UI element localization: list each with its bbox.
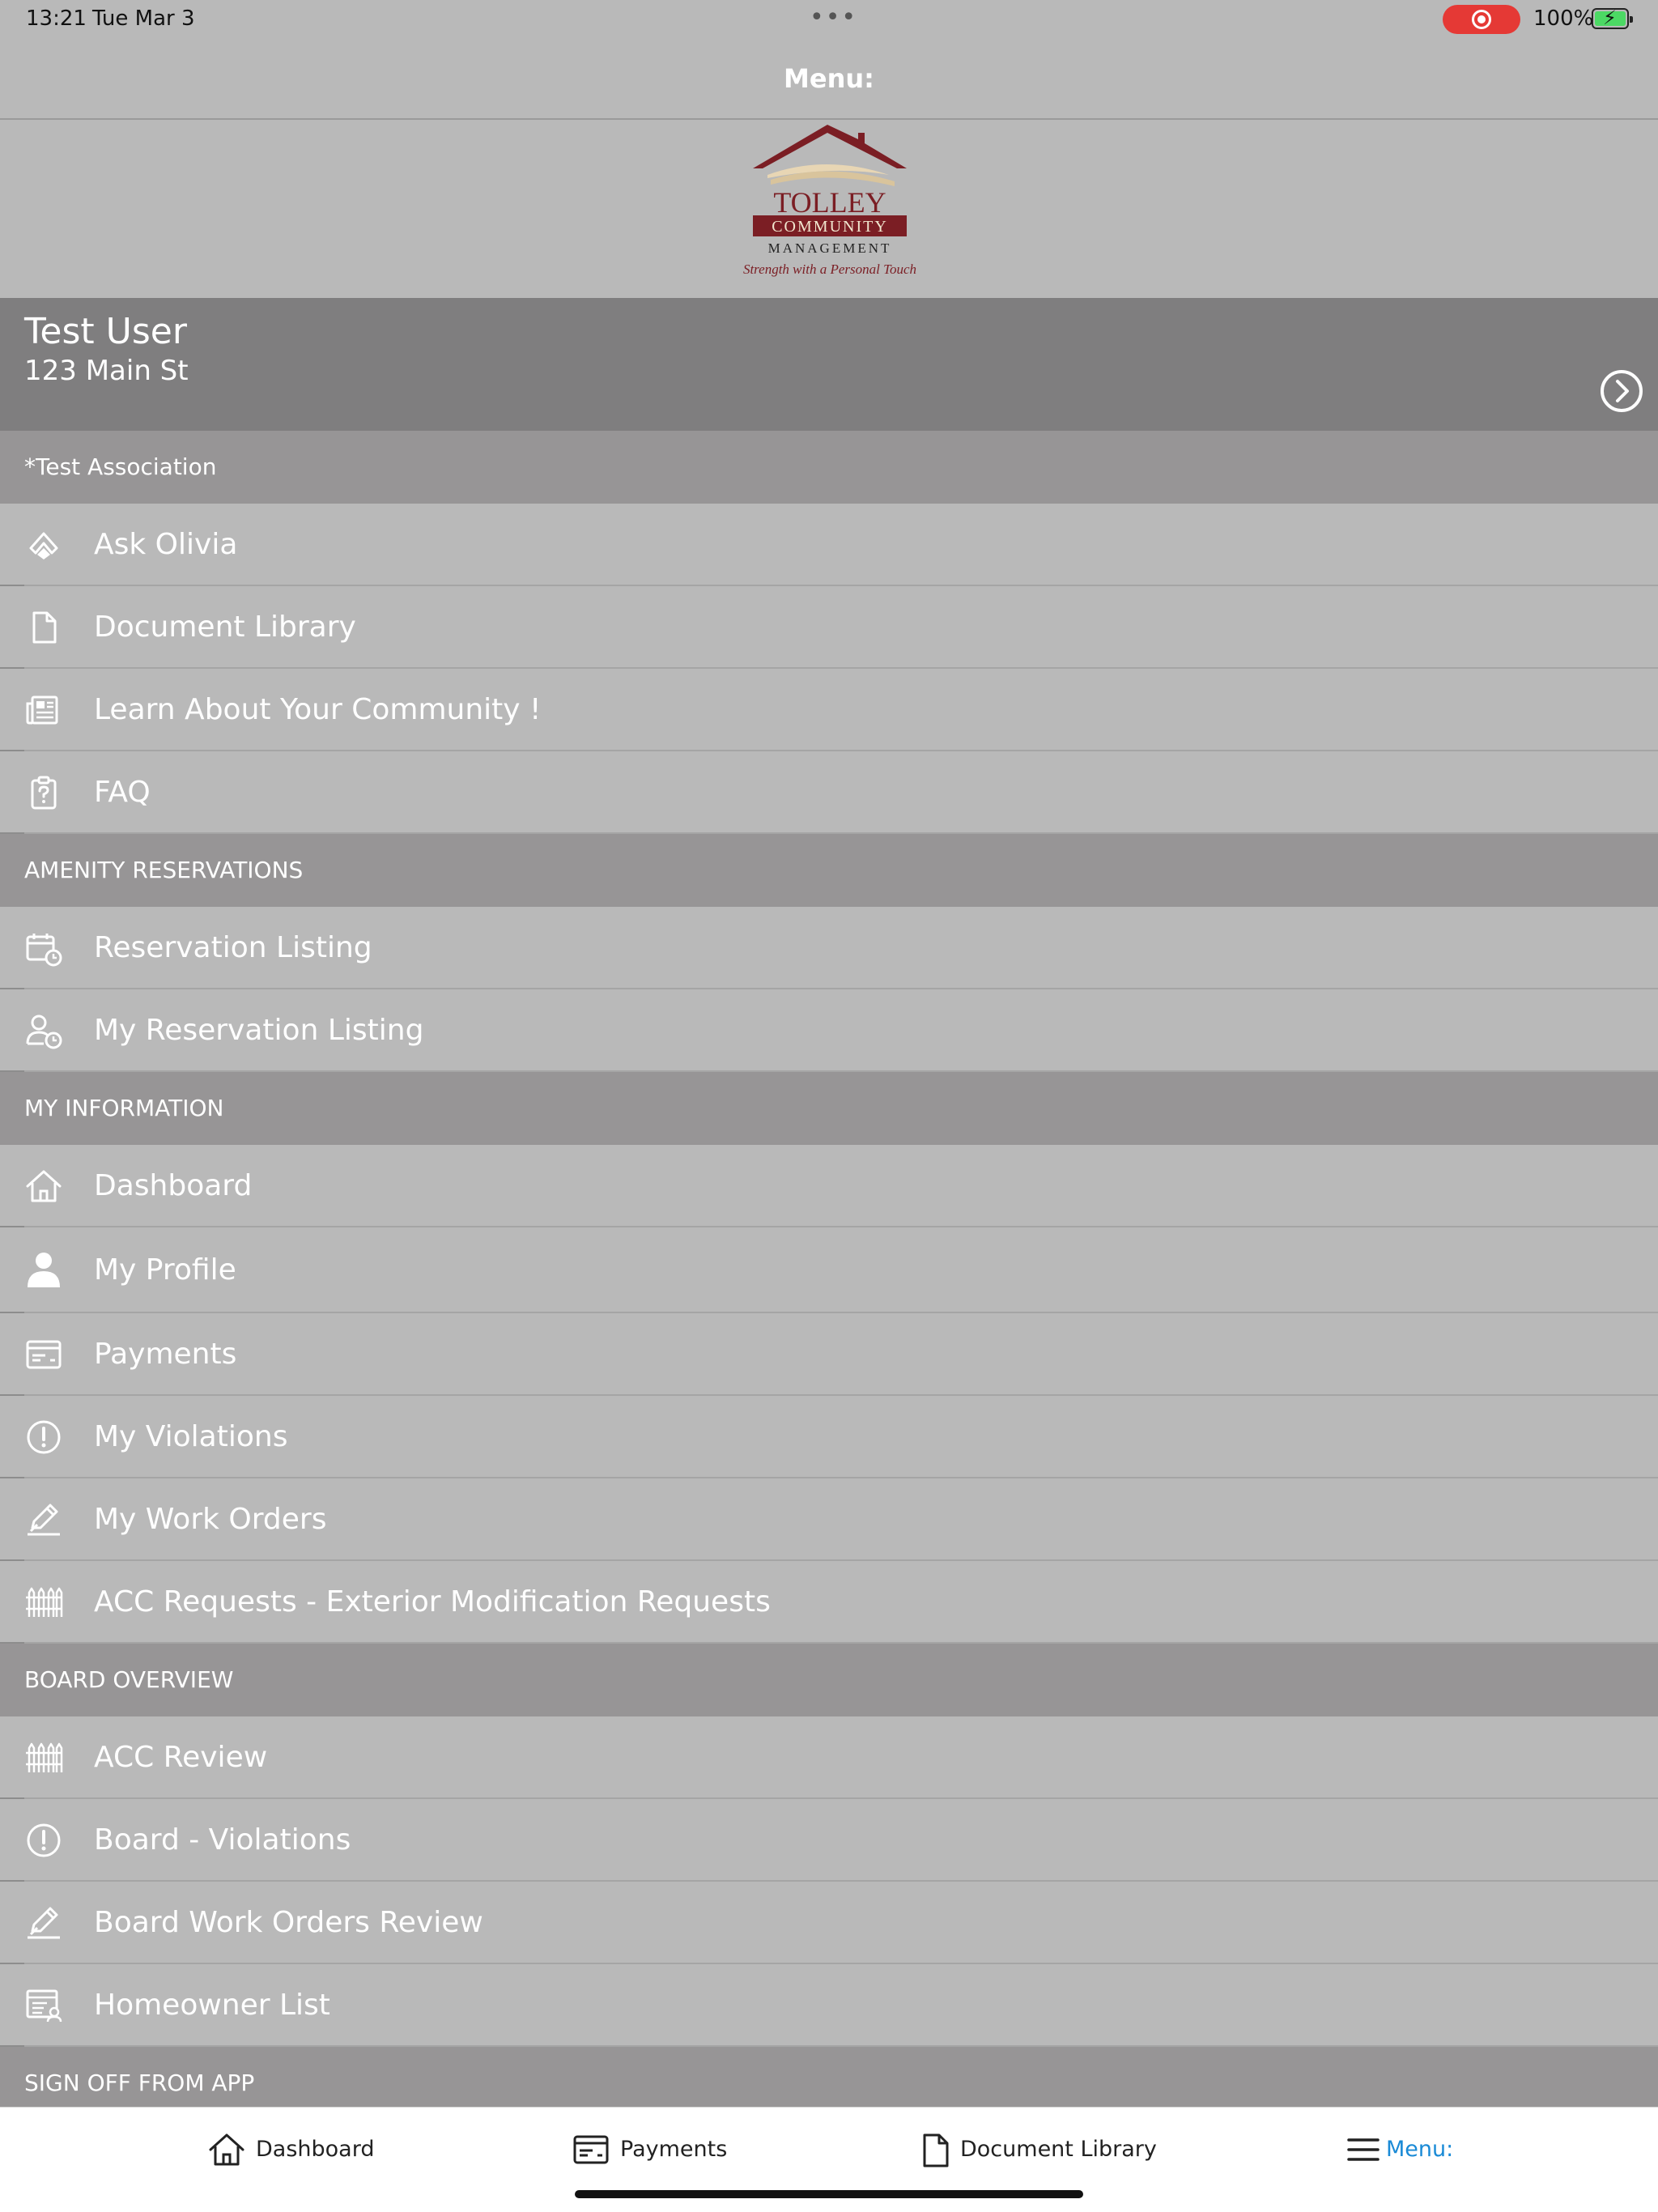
menu-item-document-library[interactable]: Document Library <box>0 586 1658 669</box>
section-header-board-overview: BOARD OVERVIEW <box>0 1644 1658 1716</box>
menu-item-reservation-listing[interactable]: Reservation Listing <box>0 907 1658 989</box>
logo-text-management: MANAGEMENT <box>768 240 892 256</box>
user-list-icon <box>26 1989 62 2023</box>
fence-icon <box>26 1742 63 1772</box>
document-icon <box>32 611 57 644</box>
user-clock-icon <box>26 1015 62 1049</box>
home-icon <box>26 1170 62 1202</box>
menu-item-my-reservation-listing[interactable]: My Reservation Listing <box>0 989 1658 1072</box>
user-address: 123 Main St <box>24 355 189 387</box>
menu-item-faq[interactable]: FAQ <box>0 751 1658 834</box>
hamburger-menu-icon <box>1347 2138 1380 2161</box>
menu-item-board-work-orders[interactable]: Board Work Orders Review <box>0 1882 1658 1964</box>
status-time: 13:21 <box>26 6 87 31</box>
newspaper-icon <box>26 696 58 725</box>
section-header-my-information: MY INFORMATION <box>0 1072 1658 1145</box>
fence-icon <box>26 1587 63 1617</box>
tab-label: Payments <box>620 2137 728 2162</box>
alert-circle-icon <box>27 1420 61 1454</box>
menu-item-my-work-orders[interactable]: My Work Orders <box>0 1478 1658 1561</box>
status-bar: 13:21 Tue Mar 3 ••• 100% ⚡ <box>0 0 1658 39</box>
user-header[interactable]: Test User 123 Main St <box>0 298 1658 431</box>
olivia-icon <box>29 532 58 559</box>
document-icon <box>923 2133 949 2167</box>
menu-item-label: Reservation Listing <box>94 931 372 964</box>
menu-item-label: Payments <box>94 1338 237 1371</box>
menu-item-label: ACC Review <box>94 1741 268 1774</box>
tab-payments[interactable]: Payments <box>572 2108 750 2189</box>
tab-label-active: Menu: <box>1386 2137 1454 2162</box>
page-title: Menu: <box>784 63 874 94</box>
menu-item-label: Homeowner List <box>94 1989 330 2022</box>
menu-item-label: Ask Olivia <box>94 528 238 561</box>
clipboard-question-icon <box>31 776 57 810</box>
logo-area: TOLLEY COMMUNITY MANAGEMENT Strength wit… <box>0 121 1658 298</box>
section-header-amenity: AMENITY RESERVATIONS <box>0 834 1658 907</box>
user-name: Test User <box>24 311 187 352</box>
tab-bar: Dashboard Payments Document Library Menu… <box>0 2107 1658 2212</box>
payment-card-icon <box>573 2135 609 2164</box>
chevron-right-circle-icon[interactable] <box>1600 369 1643 413</box>
multitasking-dots-icon[interactable]: ••• <box>810 3 857 32</box>
alert-circle-icon <box>27 1823 61 1857</box>
battery-percent: 100% <box>1533 6 1594 31</box>
person-icon <box>28 1253 60 1287</box>
menu-item-homeowner-list[interactable]: Homeowner List <box>0 1964 1658 2047</box>
menu-item-learn-community[interactable]: Learn About Your Community ! <box>0 669 1658 751</box>
menu-item-label: ACC Requests - Exterior Modification Req… <box>94 1585 771 1619</box>
menu-item-label: Dashboard <box>94 1169 253 1202</box>
logo-text-tolley: TOLLEY <box>773 186 886 219</box>
menu-item-label: My Work Orders <box>94 1503 327 1536</box>
tab-label: Document Library <box>960 2137 1157 2162</box>
section-header-association: *Test Association <box>0 431 1658 504</box>
pencil-edit-icon <box>28 1504 60 1536</box>
menu-item-my-profile[interactable]: My Profile <box>0 1227 1658 1313</box>
tab-document-library[interactable]: Document Library <box>920 2108 1157 2189</box>
menu-item-label: Learn About Your Community ! <box>94 693 542 726</box>
menu-item-payments[interactable]: Payments <box>0 1313 1658 1396</box>
menu-item-my-violations[interactable]: My Violations <box>0 1396 1658 1478</box>
menu-item-label: Document Library <box>94 610 356 644</box>
menu-item-label: Board - Violations <box>94 1823 351 1857</box>
menu-item-label: My Reservation Listing <box>94 1014 424 1047</box>
home-icon <box>209 2133 244 2166</box>
menu-item-label: FAQ <box>94 776 151 809</box>
status-date: Tue Mar 3 <box>92 6 195 31</box>
menu-item-ask-olivia[interactable]: Ask Olivia <box>0 504 1658 586</box>
tab-menu[interactable]: Menu: <box>1344 2108 1473 2189</box>
menu-item-board-violations[interactable]: Board - Violations <box>0 1799 1658 1882</box>
calendar-clock-icon <box>26 934 62 967</box>
menu-item-acc-review[interactable]: ACC Review <box>0 1716 1658 1799</box>
battery-charging-icon: ⚡ <box>1592 6 1633 29</box>
tab-dashboard[interactable]: Dashboard <box>207 2108 385 2189</box>
menu-item-label: Board Work Orders Review <box>94 1906 483 1939</box>
tolley-logo: TOLLEY COMMUNITY MANAGEMENT Strength wit… <box>743 125 916 277</box>
section-header-sign-off[interactable]: SIGN OFF FROM APP <box>0 2047 1658 2107</box>
logo-text-community: COMMUNITY <box>772 218 888 236</box>
menu-item-acc-requests[interactable]: ACC Requests - Exterior Modification Req… <box>0 1561 1658 1644</box>
payment-card-icon <box>26 1340 62 1369</box>
menu-item-label: My Profile <box>94 1253 236 1287</box>
menu-item-dashboard[interactable]: Dashboard <box>0 1145 1658 1227</box>
pencil-edit-icon <box>28 1907 60 1939</box>
logo-tagline: Strength with a Personal Touch <box>743 262 916 277</box>
tab-label: Dashboard <box>256 2137 375 2162</box>
screen-recording-icon[interactable] <box>1443 5 1520 34</box>
menu-item-label: My Violations <box>94 1420 288 1453</box>
navigation-bar: Menu: <box>0 39 1658 120</box>
home-indicator <box>575 2190 1083 2198</box>
